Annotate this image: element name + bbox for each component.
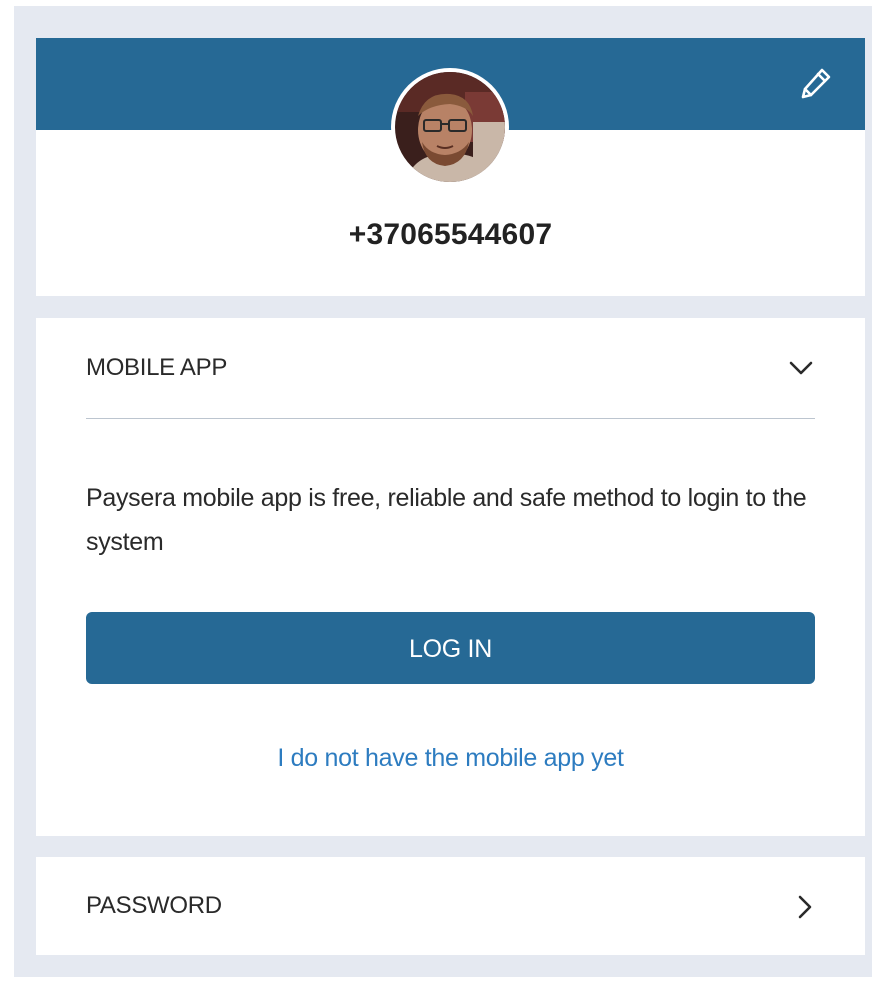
- mobile-app-header[interactable]: MOBILE APP: [86, 318, 815, 418]
- no-mobile-app-link[interactable]: I do not have the mobile app yet: [86, 744, 815, 773]
- chevron-down-icon[interactable]: [787, 356, 815, 380]
- phone-number: +37065544607: [348, 218, 553, 251]
- mobile-app-description: Paysera mobile app is free, reliable and…: [86, 484, 807, 556]
- chevron-right-icon[interactable]: [795, 893, 815, 921]
- password-title: PASSWORD: [86, 892, 222, 919]
- mobile-app-section: MOBILE APP Paysera mobile app is free, r…: [36, 318, 865, 836]
- profile-card: +37065544607: [36, 38, 865, 296]
- avatar: [391, 68, 509, 186]
- pencil-icon[interactable]: [797, 64, 835, 102]
- mobile-app-title: MOBILE APP: [86, 354, 228, 381]
- section-divider: [86, 418, 815, 419]
- password-section[interactable]: PASSWORD: [36, 857, 865, 955]
- login-button[interactable]: LOG IN: [86, 612, 815, 684]
